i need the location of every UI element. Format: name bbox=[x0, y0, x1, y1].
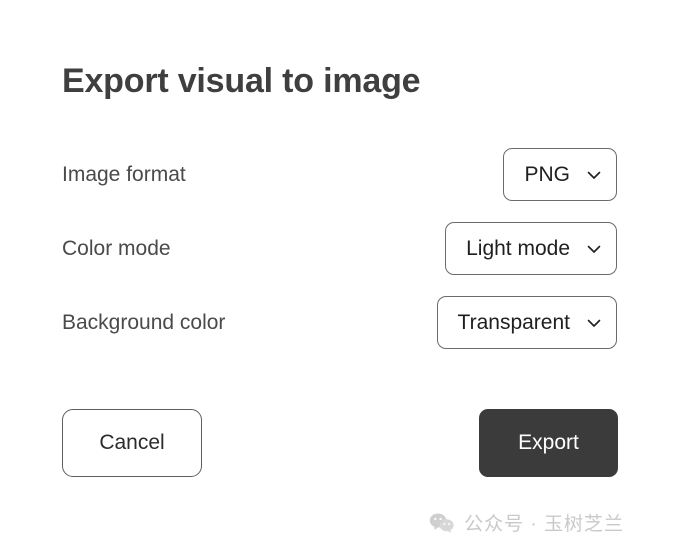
dropdown-image-format-value: PNG bbox=[524, 162, 570, 186]
chevron-down-icon bbox=[586, 167, 602, 183]
watermark: 公众号 · 玉树芝兰 bbox=[429, 509, 624, 536]
form-row-image-format: Image format PNG bbox=[0, 148, 682, 201]
label-color-mode: Color mode bbox=[62, 236, 171, 260]
wechat-icon bbox=[429, 512, 455, 534]
form-row-color-mode: Color mode Light mode bbox=[0, 222, 682, 275]
label-background-color: Background color bbox=[62, 310, 226, 334]
export-options-form: Image format PNG Color mode Light mode B… bbox=[0, 148, 682, 370]
cancel-button[interactable]: Cancel bbox=[62, 409, 202, 477]
dropdown-background-color-value: Transparent bbox=[457, 310, 570, 334]
watermark-text: 公众号 · 玉树芝兰 bbox=[464, 514, 624, 535]
form-row-background-color: Background color Transparent bbox=[0, 296, 682, 349]
chevron-down-icon bbox=[586, 241, 602, 257]
dropdown-background-color[interactable]: Transparent bbox=[436, 296, 617, 349]
dropdown-image-format[interactable]: PNG bbox=[503, 148, 617, 201]
chevron-down-icon bbox=[586, 315, 602, 331]
page-title: Export visual to image bbox=[62, 62, 421, 100]
dropdown-color-mode-value: Light mode bbox=[466, 236, 570, 260]
dialog-actions: Cancel Export bbox=[0, 409, 682, 477]
dropdown-color-mode[interactable]: Light mode bbox=[445, 222, 617, 275]
export-visual-dialog: Export visual to image Image format PNG … bbox=[0, 0, 682, 546]
label-image-format: Image format bbox=[62, 162, 186, 186]
export-button[interactable]: Export bbox=[479, 409, 618, 477]
